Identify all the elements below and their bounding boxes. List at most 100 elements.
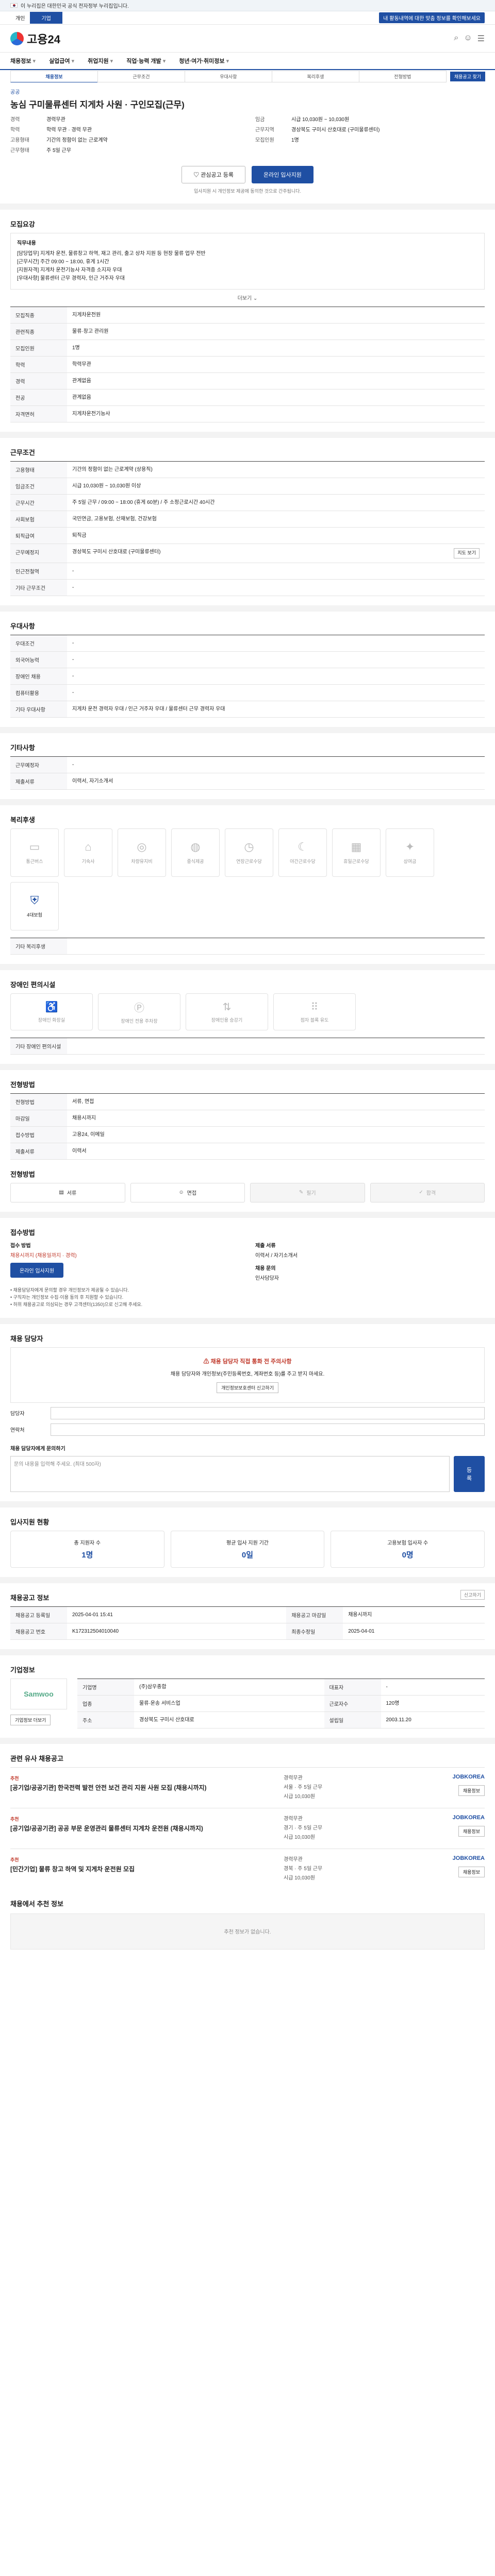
report-button[interactable]: 신고하기 xyxy=(460,1589,485,1600)
summary-key: 학력 xyxy=(10,127,20,133)
row-key: 근무예정자 xyxy=(10,756,67,773)
table-row: 외국어능력 - xyxy=(10,651,485,668)
duty-box: 직무내용 [담당업무] 지게차 운전, 물류창고 하역, 재고 관리, 출고 상… xyxy=(10,233,485,290)
etc-heading: 기타사항 xyxy=(10,743,35,752)
table-row: 기타 우대사항 지게차 운전 경력자 우대 / 인근 거주자 우대 / 물류센터 … xyxy=(10,701,485,718)
tab-personal[interactable]: 개인 xyxy=(10,12,30,24)
stat-card: 총 지원자 수 1명 xyxy=(10,1530,164,1568)
disabled-etc-table: 기타 장애인 편의시설 xyxy=(10,1037,485,1055)
welfare-item: ⛨ 4대보험 xyxy=(10,882,59,930)
row-key: 기타 장애인 편의시설 xyxy=(10,1038,67,1055)
row-value: 관계없음 xyxy=(67,389,485,406)
table-row: 기업명 (주)삼우종합 대표자 - xyxy=(77,1679,485,1696)
row-key: 최종수정일 xyxy=(286,1623,343,1640)
row-value: K172312504010040 xyxy=(67,1623,287,1640)
table-row: 제출서류 이력서, 자기소개서 xyxy=(10,773,485,790)
parking-icon: Ⓟ xyxy=(134,1002,144,1014)
row-key: 기타 복리후생 xyxy=(10,938,67,955)
stat-label: 평균 입사 지원 기간 xyxy=(226,1540,269,1546)
row-key: 전형방법 xyxy=(10,1093,67,1110)
online-apply-button[interactable]: 온라인 입사지원 xyxy=(10,1262,64,1278)
summary-row: 고용형태 기간의 정함이 없는 근로계약 xyxy=(10,137,240,144)
question-textarea[interactable]: 문의 내용을 입력해 주세요. (최대 500자) xyxy=(10,1455,450,1492)
welfare-label: 기숙사 xyxy=(81,859,95,864)
row-value: 경상북도 구미시 산호대로 (구미물류센터) xyxy=(72,549,161,555)
report-link[interactable]: 개인정보보호센터 신고하기 xyxy=(217,1382,278,1393)
gov-banner: 이 누리집은 대한민국 공식 전자정부 누리집입니다. xyxy=(0,0,495,11)
car-icon: ◎ xyxy=(137,840,147,853)
stat-value: 0명 xyxy=(402,1550,414,1560)
nav-unemployment[interactable]: 실업급여 xyxy=(49,57,74,65)
moon-icon: ☾ xyxy=(298,840,308,853)
step-label: 서류 xyxy=(67,1191,77,1196)
question-submit-button[interactable]: 등록 xyxy=(454,1455,485,1492)
apply-button[interactable]: 온라인 입사지원 xyxy=(251,166,314,183)
job-title[interactable]: [공기업/공공기관] 공공 부문 운영관리 물류센터 지게차 운전원 (채용시까… xyxy=(10,1824,273,1833)
tab-prefer[interactable]: 우대사항 xyxy=(184,70,272,82)
row-value: - xyxy=(67,756,485,773)
nav-employment-support[interactable]: 취업지원 xyxy=(88,57,113,65)
nav-training[interactable]: 직업·능력 개발 xyxy=(126,57,166,65)
summary-key: 임금 xyxy=(255,117,265,123)
row-value: - xyxy=(67,684,485,701)
row-key: 제출서류 xyxy=(10,773,67,790)
row-value: - xyxy=(67,579,485,596)
home-icon: ⌂ xyxy=(85,840,92,853)
map-button[interactable]: 지도 보기 xyxy=(454,548,480,558)
menu-icon[interactable]: ☰ xyxy=(477,33,485,44)
row-key: 근무시간 xyxy=(10,494,67,511)
company-table: 기업명 (주)삼우종합 대표자 - 업종 물류·운송 서비스업 근로자수 120명 주소 경상… xyxy=(77,1678,485,1728)
user-icon[interactable]: ☺ xyxy=(464,33,472,44)
bus-icon: ▭ xyxy=(29,840,40,853)
company-more-button[interactable]: 기업정보 더보기 xyxy=(10,1714,51,1725)
step-label: 면접 xyxy=(187,1191,197,1196)
job-title[interactable]: [공기업/공공기관] 한국전력 발전 안전 보건 관리 지원 사원 모집 (채용… xyxy=(10,1784,273,1792)
search-icon[interactable]: ⌕ xyxy=(454,33,458,44)
apply-info: 접수 방법 채용시까지 (채용일까지 · 경력) 온라인 입사지원 제출 서류 … xyxy=(10,1241,485,1281)
list-item[interactable]: 추천 [민간기업] 물류 창고 하역 및 지게차 운전원 모집 경력무관 경북 · … xyxy=(10,1848,485,1889)
welfare-item: ✦ 상여금 xyxy=(386,828,434,877)
summary-value: 1명 xyxy=(291,138,299,143)
disabled-item: Ⓟ 장애인 전용 주차장 xyxy=(98,993,180,1030)
job-detail-button[interactable]: 채용정보 xyxy=(458,1825,485,1837)
list-item[interactable]: 추천 [공기업/공공기관] 공공 부문 운영관리 물류센터 지게차 운전원 (채용… xyxy=(10,1807,485,1849)
tab-conditions[interactable]: 근무조건 xyxy=(97,70,185,82)
nav-youth[interactable]: 청년·여가·취미정보 xyxy=(179,57,229,65)
calendar-icon: ▦ xyxy=(351,840,362,853)
tab-process[interactable]: 전형방법 xyxy=(358,70,447,82)
welfare-grid: ▭ 통근버스 ⌂ 기숙사 ◎ 차량유지비 ◍ 중식제공 ◷ 연장근로수당 ☾ 야간근로수당 … xyxy=(10,828,485,930)
list-item[interactable]: 추천 [공기업/공공기관] 한국전력 발전 안전 보건 관리 지원 사원 모집 (… xyxy=(10,1767,485,1808)
job-tag: 추천 xyxy=(10,1775,19,1781)
job-meta: 서울 · 주 5일 근무 xyxy=(284,1784,323,1790)
site-logo[interactable]: 고용24 xyxy=(10,30,60,47)
main-nav: 채용정보 실업급여 취업지원 직업·능력 개발 청년·여가·취미정보 xyxy=(0,53,495,70)
row-value: 이력서, 자기소개서 xyxy=(67,773,485,790)
step-document: ▤ 서류 xyxy=(10,1182,125,1202)
step-pass: ✓ 합격 xyxy=(370,1182,485,1202)
tab-recruit[interactable]: 채용정보 xyxy=(10,70,98,82)
row-value: 서류, 면접 xyxy=(67,1093,485,1110)
nav-jobs[interactable]: 채용정보 xyxy=(10,57,36,65)
step-label: 필기 xyxy=(306,1191,316,1196)
table-row: 채용공고 번호 K172312504010040 최종수정일 2025-04-01 xyxy=(10,1623,485,1640)
summary-value: 경력무관 xyxy=(46,117,65,123)
personal-info-badge[interactable]: 내 활동내역에 대한 맞춤 정보를 확인해보세요 xyxy=(379,12,485,23)
find-jobs-button[interactable]: 채용공고 찾기 xyxy=(450,71,486,81)
tab-company[interactable]: 기업 xyxy=(30,12,62,24)
row-key: 채용공고 마감일 xyxy=(286,1606,343,1623)
scrap-button[interactable]: ♡ 관심공고 등록 xyxy=(182,166,245,183)
elevator-icon: ⇅ xyxy=(222,1001,232,1013)
table-row: 근무시간 주 5일 근무 / 09:00 ~ 18:00 (휴게 60분) / 주… xyxy=(10,494,485,511)
tab-welfare[interactable]: 복리후생 xyxy=(271,70,359,82)
row-value: 퇴직금 xyxy=(67,527,485,544)
row-key: 주소 xyxy=(77,1711,134,1728)
job-detail-button[interactable]: 채용정보 xyxy=(458,1785,485,1796)
apply-method: 채용시까지 (채용일까지 · 경력) xyxy=(10,1252,77,1259)
job-title[interactable]: [민간기업] 물류 창고 하역 및 지게차 운전원 모집 xyxy=(10,1865,273,1874)
job-detail-button[interactable]: 채용정보 xyxy=(458,1866,485,1877)
more-button[interactable]: 더보기 ⌄ xyxy=(10,294,485,301)
brand-logo: JOBKOREA xyxy=(452,1814,485,1821)
job-meta: 시급 10,030원 xyxy=(284,1834,315,1840)
document-icon: ▤ xyxy=(59,1190,64,1195)
heart-icon: ♡ xyxy=(193,172,201,178)
